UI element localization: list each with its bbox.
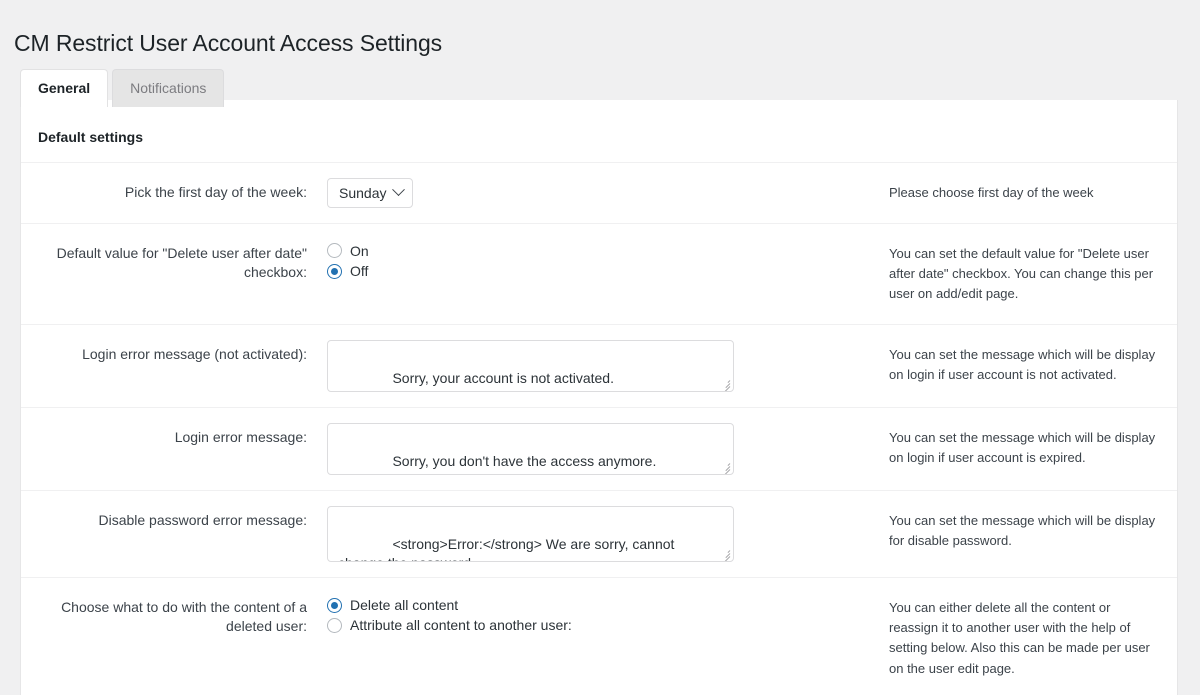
row-field-delete-default: On Off: [317, 223, 879, 324]
row-label-deleted-user-content: Choose what to do with the content of a …: [61, 599, 307, 635]
radio-option-attribute-all[interactable]: Attribute all content to another user:: [327, 616, 869, 634]
deleted-user-content-radio-group: Delete all content Attribute all content…: [327, 593, 869, 634]
row-label-disable-password-error: Disable password error message:: [98, 512, 307, 529]
row-field-disable-password-error: <strong>Error:</strong> We are sorry, ca…: [317, 491, 879, 578]
first-day-select-value: Sunday: [339, 184, 387, 201]
radio-on-indicator[interactable]: [327, 243, 342, 259]
row-label-first-day: Pick the first day of the week:: [124, 183, 307, 200]
radio-off-label: Off: [350, 262, 369, 279]
radio-attribute-all-label: Attribute all content to another user:: [350, 617, 572, 634]
row-field-login-error-not-activated: Sorry, your account is not activated.: [317, 325, 879, 408]
radio-delete-all-label: Delete all content: [350, 597, 459, 614]
table-row: Login error message (not activated): Sor…: [21, 324, 1177, 408]
row-label-login-error: Login error message:: [174, 429, 307, 446]
resize-handle-icon[interactable]: [719, 377, 731, 392]
radio-option-on[interactable]: On: [327, 242, 869, 260]
radio-option-off[interactable]: Off: [327, 262, 869, 280]
settings-table: Pick the first day of the week: Sunday P…: [21, 162, 1177, 695]
settings-page: CM Restrict User Account Access Settings…: [0, 0, 1200, 695]
row-help-first-day: Please choose first day of the week: [889, 184, 1094, 200]
radio-off-indicator[interactable]: [327, 263, 342, 279]
table-row: Choose what to do with the content of a …: [21, 577, 1177, 695]
row-help-login-error: You can set the message which will be di…: [889, 430, 1156, 466]
tab-notifications[interactable]: Notifications: [112, 69, 225, 108]
row-help-disable-password-error: You can set the message which will be di…: [889, 513, 1156, 549]
row-help-delete-default: You can set the default value for "Delet…: [889, 245, 1154, 302]
login-error-not-activated-textarea[interactable]: Sorry, your account is not activated.: [327, 340, 734, 393]
table-row: Default value for "Delete user after dat…: [21, 223, 1177, 324]
chevron-down-icon: [392, 183, 406, 197]
row-label-login-error-not-activated: Login error message (not activated):: [82, 346, 307, 363]
row-help-deleted-user-content: You can either delete all the content or…: [889, 600, 1150, 676]
radio-attribute-all-indicator[interactable]: [327, 617, 342, 633]
radio-delete-all-indicator[interactable]: [327, 597, 342, 613]
row-label-delete-default: Default value for "Delete user after dat…: [56, 244, 307, 280]
radio-on-label: On: [350, 242, 369, 259]
resize-handle-icon[interactable]: [719, 460, 731, 475]
login-error-textarea[interactable]: Sorry, you don't have the access anymore…: [327, 423, 734, 476]
row-field-deleted-user-content: Delete all content Attribute all content…: [317, 578, 879, 695]
table-row: Pick the first day of the week: Sunday P…: [21, 162, 1177, 223]
row-help-login-error-not-activated: You can set the message which will be di…: [889, 347, 1156, 383]
page-title: CM Restrict User Account Access Settings: [14, 30, 443, 57]
table-row: Login error message: Sorry, you don't ha…: [21, 407, 1177, 491]
row-field-first-day: Sunday: [317, 162, 879, 223]
settings-card: Default settings Pick the first day of t…: [20, 100, 1178, 695]
row-field-login-error: Sorry, you don't have the access anymore…: [317, 408, 879, 491]
disable-password-error-value: <strong>Error:</strong> We are sorry, ca…: [338, 535, 675, 561]
tab-general[interactable]: General: [20, 69, 109, 108]
delete-default-radio-group: On Off: [327, 239, 869, 280]
login-error-value: Sorry, you don't have the access anymore…: [392, 452, 657, 469]
tab-bar: General Notifications: [20, 69, 225, 108]
radio-option-delete-all[interactable]: Delete all content: [327, 596, 869, 614]
login-error-not-activated-value: Sorry, your account is not activated.: [392, 369, 614, 386]
resize-handle-icon[interactable]: [719, 547, 731, 562]
table-row: Disable password error message: <strong>…: [21, 490, 1177, 578]
first-day-select[interactable]: Sunday: [327, 177, 414, 208]
disable-password-error-textarea[interactable]: <strong>Error:</strong> We are sorry, ca…: [327, 506, 734, 563]
